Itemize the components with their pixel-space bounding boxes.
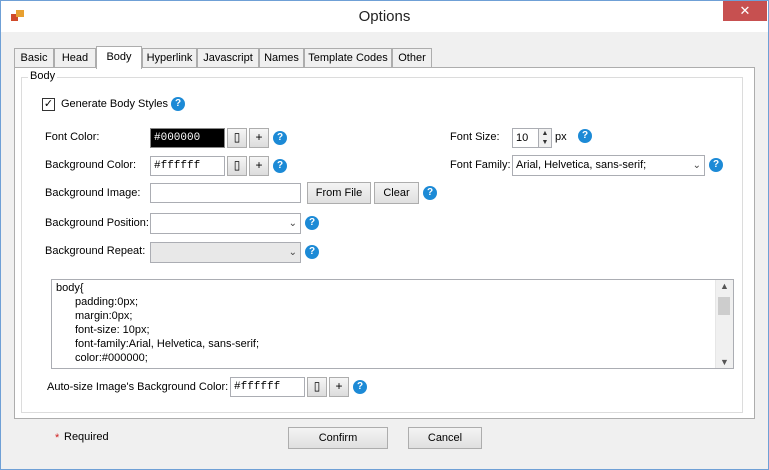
- background-position-select[interactable]: ⌄: [150, 213, 301, 234]
- font-family-value: Arial, Helvetica, sans-serif;: [516, 159, 647, 171]
- font-size-label: Font Size:: [450, 131, 500, 143]
- help-icon[interactable]: ?: [578, 129, 592, 143]
- scrollbar-thumb[interactable]: [718, 297, 730, 315]
- vertical-scrollbar[interactable]: ▲ ▼: [715, 280, 733, 368]
- css-preview-textarea[interactable]: body{ padding:0px; margin:0px; font-size…: [51, 279, 734, 369]
- background-color-add-button[interactable]: +: [249, 156, 269, 176]
- background-image-field[interactable]: [150, 183, 301, 203]
- tab-head[interactable]: Head: [54, 48, 96, 67]
- help-icon[interactable]: ?: [709, 158, 723, 172]
- close-icon: ✕: [739, 3, 751, 18]
- help-icon[interactable]: ?: [273, 131, 287, 145]
- autosize-color-picker-button[interactable]: ▯: [307, 377, 327, 397]
- required-label: Required: [64, 431, 109, 443]
- body-groupbox: Body ✓ Generate Body Styles ? Font Color…: [21, 70, 743, 413]
- tab-hyperlink[interactable]: Hyperlink: [142, 48, 197, 67]
- scroll-down-icon[interactable]: ▼: [716, 357, 733, 367]
- generate-body-styles-checkbox[interactable]: ✓: [42, 98, 55, 111]
- background-repeat-select[interactable]: ⌄: [150, 242, 301, 263]
- font-size-unit: px: [555, 131, 567, 143]
- options-window: Options ✕ Basic Head Body Hyperlink Java…: [0, 0, 769, 470]
- css-line: margin:0px;: [75, 310, 133, 322]
- background-image-label: Background Image:: [45, 187, 141, 199]
- background-color-picker-button[interactable]: ▯: [227, 156, 247, 176]
- autosize-bg-color-label: Auto-size Image's Background Color:: [47, 381, 229, 393]
- css-line: color:#000000;: [75, 352, 148, 364]
- from-file-button[interactable]: From File: [307, 182, 371, 204]
- font-family-select[interactable]: Arial, Helvetica, sans-serif; ⌄: [512, 155, 705, 176]
- autosize-color-add-button[interactable]: +: [329, 377, 349, 397]
- body-tab-panel: Body ✓ Generate Body Styles ? Font Color…: [14, 67, 755, 419]
- scroll-up-icon[interactable]: ▲: [716, 281, 733, 291]
- help-icon[interactable]: ?: [171, 97, 185, 111]
- tab-names[interactable]: Names: [259, 48, 304, 67]
- spin-up-icon[interactable]: ▲: [539, 129, 551, 138]
- confirm-button[interactable]: Confirm: [288, 427, 388, 449]
- check-icon: ✓: [43, 98, 54, 110]
- chevron-down-icon: ⌄: [288, 247, 297, 258]
- group-label: Body: [28, 70, 58, 82]
- spin-down-icon[interactable]: ▼: [539, 138, 551, 147]
- font-size-field[interactable]: 10: [512, 128, 539, 148]
- help-icon[interactable]: ?: [305, 245, 319, 259]
- color-picker-icon: ▯: [313, 379, 321, 393]
- close-button[interactable]: ✕: [723, 1, 767, 21]
- font-color-label: Font Color:: [45, 131, 100, 143]
- chevron-down-icon: ⌄: [692, 160, 701, 171]
- help-icon[interactable]: ?: [305, 216, 319, 230]
- background-repeat-label: Background Repeat:: [45, 245, 146, 257]
- tab-basic[interactable]: Basic: [14, 48, 54, 67]
- tab-template-codes[interactable]: Template Codes: [304, 48, 392, 67]
- css-line: font-family:Arial, Helvetica, sans-serif…: [75, 338, 259, 350]
- css-line: font-size: 10px;: [75, 324, 150, 336]
- window-title: Options: [358, 8, 411, 25]
- color-picker-icon: ▯: [233, 158, 241, 172]
- color-picker-icon: ▯: [233, 130, 241, 144]
- font-color-add-button[interactable]: +: [249, 128, 269, 148]
- help-icon[interactable]: ?: [273, 159, 287, 173]
- help-icon[interactable]: ?: [353, 380, 367, 394]
- help-icon[interactable]: ?: [423, 186, 437, 200]
- css-line: padding:0px;: [75, 296, 138, 308]
- title-bar: Options ✕: [1, 1, 768, 32]
- font-color-field[interactable]: #000000: [150, 128, 225, 148]
- tab-other[interactable]: Other: [392, 48, 432, 67]
- cancel-button[interactable]: Cancel: [408, 427, 482, 449]
- font-family-label: Font Family:: [450, 159, 511, 171]
- required-star: *: [55, 432, 60, 444]
- chevron-down-icon: ⌄: [288, 218, 297, 229]
- background-color-field[interactable]: #ffffff: [150, 156, 225, 176]
- generate-body-styles-label: Generate Body Styles: [61, 98, 169, 110]
- css-line: body{: [56, 282, 84, 294]
- tab-javascript[interactable]: Javascript: [197, 48, 259, 67]
- font-size-spinner[interactable]: ▲ ▼: [538, 128, 552, 148]
- font-color-picker-button[interactable]: ▯: [227, 128, 247, 148]
- background-position-label: Background Position:: [45, 217, 149, 229]
- background-color-label: Background Color:: [45, 159, 137, 171]
- clear-button[interactable]: Clear: [374, 182, 419, 204]
- tab-body[interactable]: Body: [96, 46, 142, 69]
- autosize-bg-color-field[interactable]: #ffffff: [230, 377, 305, 397]
